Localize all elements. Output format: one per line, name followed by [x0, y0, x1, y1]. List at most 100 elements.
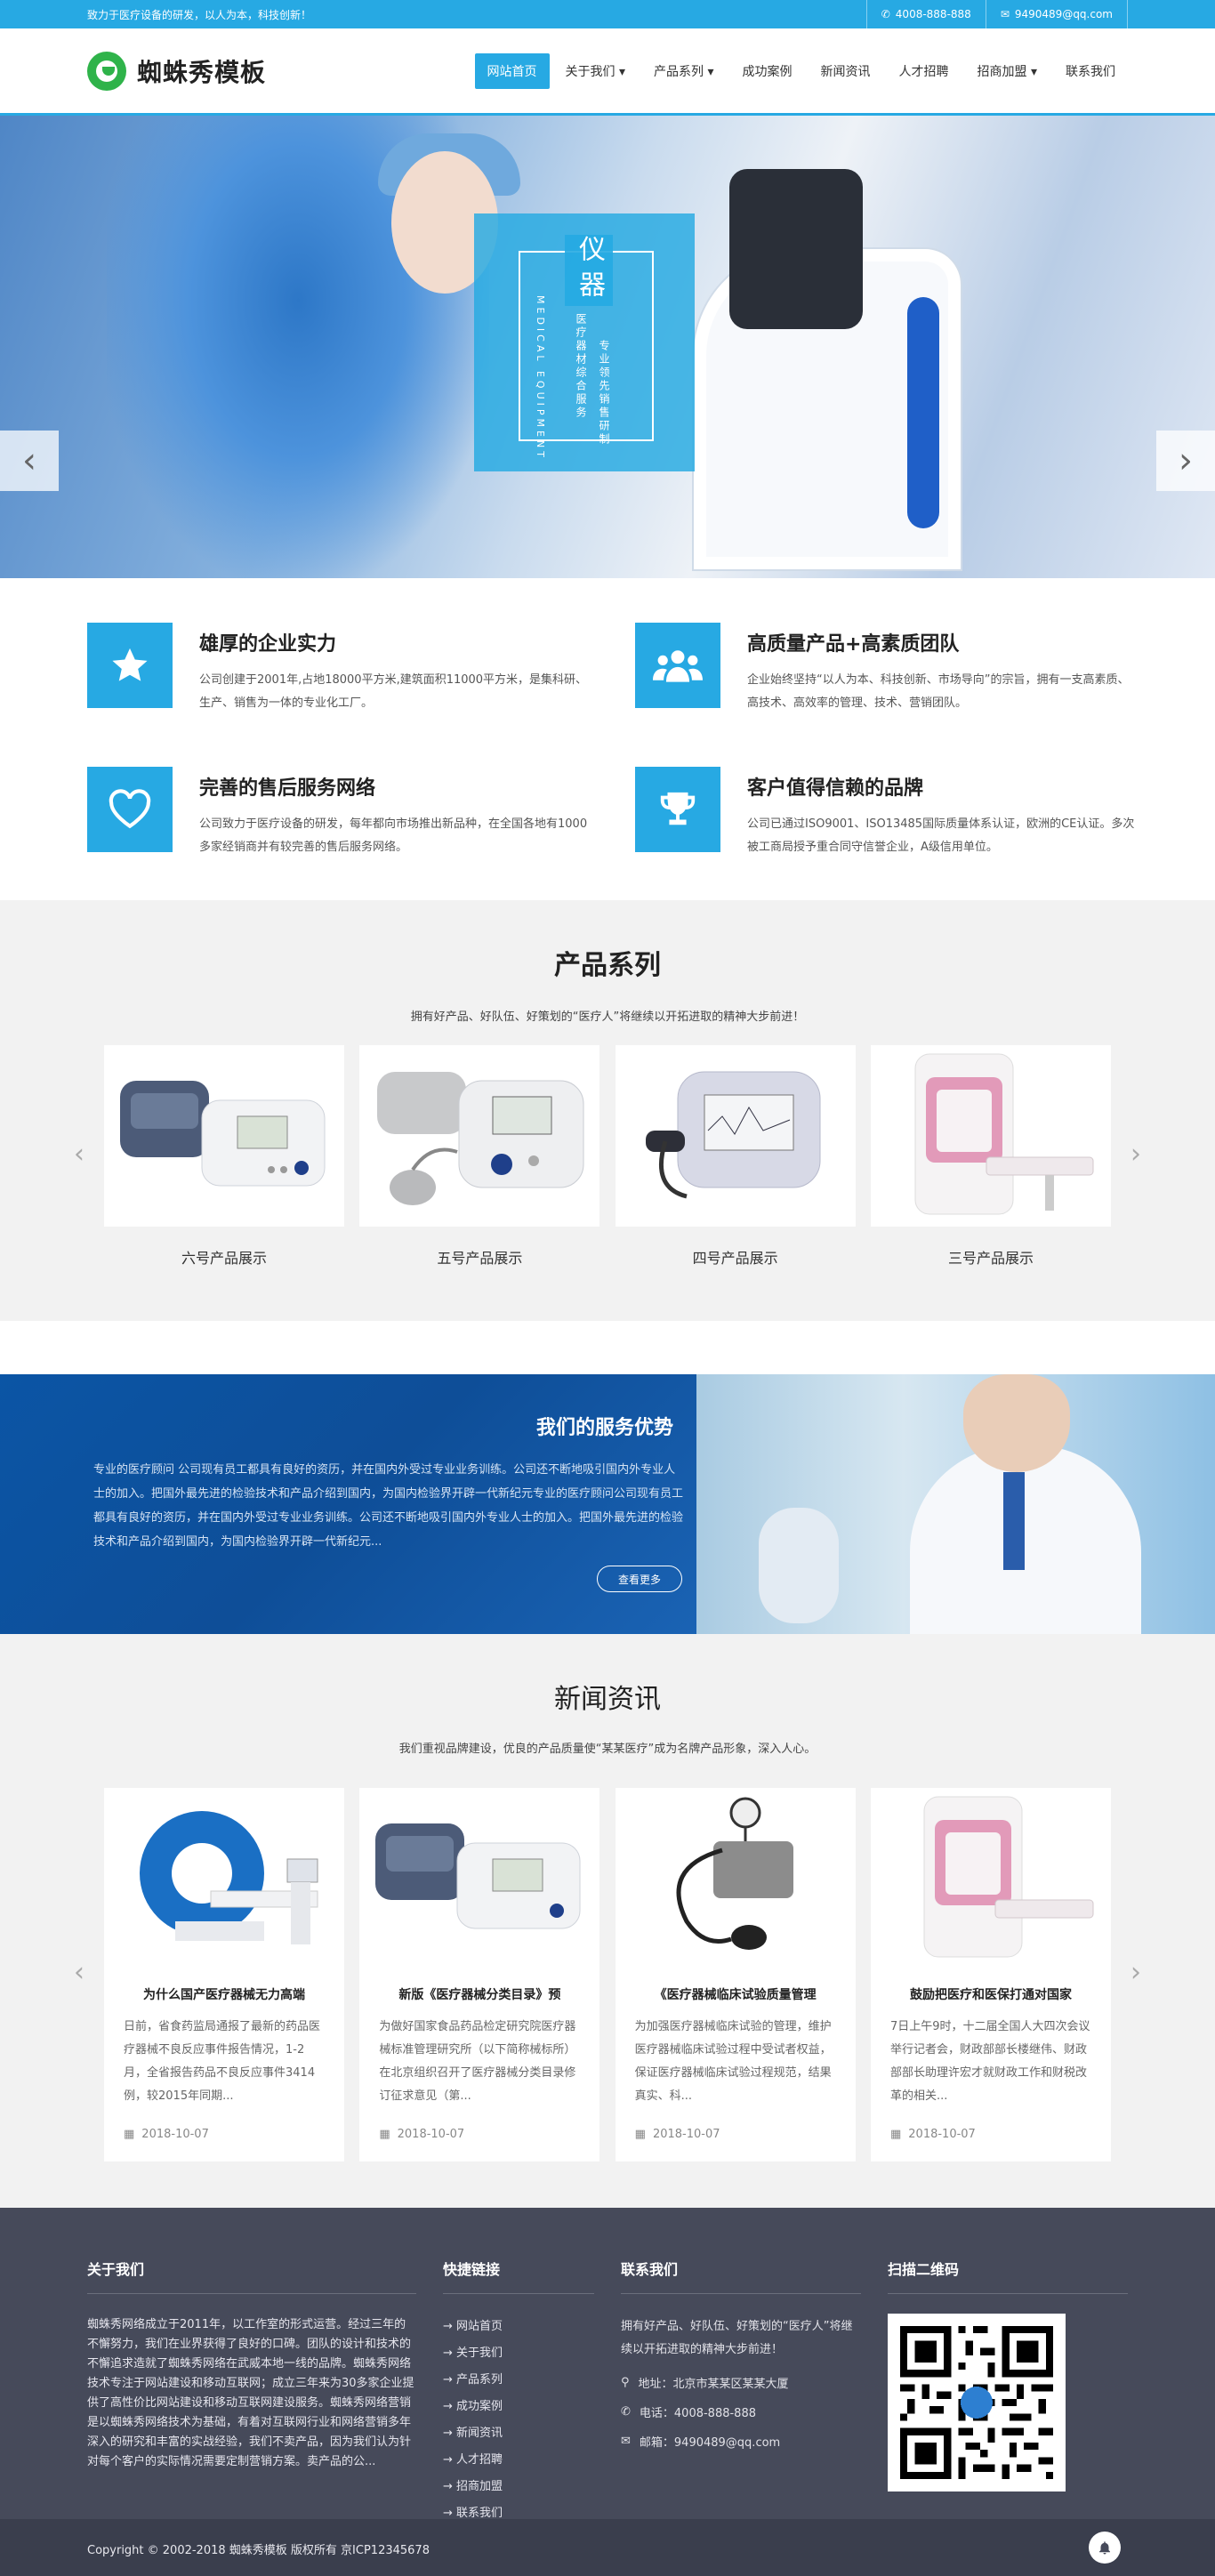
product-name: 六号产品展示 [181, 1250, 267, 1267]
logo-icon [87, 51, 126, 91]
top-phone[interactable]: ✆ 4008-888-888 [865, 0, 986, 28]
logo[interactable]: 蜘蛛秀模板 [87, 51, 267, 91]
mail-icon: ✉ [1000, 8, 1010, 20]
footer-tel: ✆ 电话：4008-888-888 [621, 2403, 861, 2420]
news-card[interactable]: 为什么国产医疗器械无力高端 日前，省食药监局通报了最新的药品医疗器械不良反应事件… [104, 1788, 344, 2161]
news-card-title[interactable]: 新版《医疗器械分类目录》预 [370, 1985, 589, 2003]
footer-link-about[interactable]: → 关于我们 [443, 2340, 594, 2367]
footer-link-home[interactable]: → 网站首页 [443, 2314, 594, 2340]
phone-icon: ✆ [881, 8, 890, 20]
service-section: 我们的服务优势 专业的医疗顾问 公司现有员工都具有良好的资历，并在国内外受过专业… [0, 1374, 1215, 1634]
news-image [359, 1788, 599, 1969]
header: 蜘蛛秀模板 网站首页 关于我们 ▾ 产品系列 ▾ 成功案例 新闻资讯 人才招聘 … [0, 28, 1215, 116]
nav-home[interactable]: 网站首页 [474, 52, 550, 89]
feature-desc: 公司致力于医疗设备的研发，每年都向市场推出新品种，在全国各地有1000多家经销商… [199, 817, 588, 854]
news-next-arrow[interactable]: › [1131, 1957, 1141, 1988]
copyright-text: Copyright © 2002-2018 蜘蛛秀模板 版权所有 京ICP123… [87, 2544, 430, 2557]
news-card[interactable]: 新版《医疗器械分类目录》预 为做好国家食品药品检定研究院医疗器械标准管理研究所（… [359, 1788, 600, 2161]
bell-icon [1099, 2541, 1110, 2555]
main-nav: 网站首页 关于我们 ▾ 产品系列 ▾ 成功案例 新闻资讯 人才招聘 招商加盟 ▾… [474, 52, 1128, 89]
news-date: ▦ 2018-10-07 [104, 2128, 344, 2141]
news-date: ▦ 2018-10-07 [359, 2128, 599, 2141]
calendar-icon: ▦ [634, 2128, 646, 2141]
nav-contact[interactable]: 联系我们 [1053, 53, 1128, 89]
product-image [104, 1045, 344, 1227]
news-card-desc: 为加强医疗器械临床试验的管理，维护医疗器械临床试验过程中受试者权益，保证医疗器械… [634, 2020, 832, 2103]
nav-about[interactable]: 关于我们 ▾ [553, 53, 638, 89]
back-to-top-button[interactable] [1089, 2532, 1121, 2564]
product-name: 四号产品展示 [692, 1250, 778, 1267]
nav-products[interactable]: 产品系列 ▾ [641, 53, 726, 89]
product-name: 三号产品展示 [947, 1250, 1034, 1267]
products-next-arrow[interactable]: › [1131, 1139, 1141, 1170]
footer-address-text: 地址：北京市某某区某某大厦 [638, 2378, 789, 2391]
news-card-title[interactable]: 《医疗器械临床试验质量管理 [626, 1985, 845, 2003]
nav-jobs[interactable]: 人才招聘 [887, 53, 962, 89]
nav-cases[interactable]: 成功案例 [730, 53, 805, 89]
footer-about-text: 蜘蛛秀网络成立于2011年，以工作室的形式运营。经过三年的不懈努力，我们在业界获… [87, 2318, 414, 2468]
doctor-glove [759, 1508, 839, 1623]
product-image [870, 1045, 1111, 1227]
news-card-title[interactable]: 为什么国产医疗器械无力高端 [115, 1985, 334, 2003]
footer-link-franchise[interactable]: → 招商加盟 [443, 2474, 594, 2500]
news-date-text: 2018-10-07 [652, 2128, 720, 2141]
footer-link-cases[interactable]: → 成功案例 [443, 2394, 594, 2420]
news-card-desc: 日前，省食药监局通报了最新的药品医疗器械不良反应事件报告情况，1-2月，全省报告… [124, 2020, 321, 2103]
features-section: 雄厚的企业实力 公司创建于2001年,占地18000平方米,建筑面积11000平方… [0, 578, 1215, 895]
footer-about: 关于我们 蜘蛛秀网络成立于2011年，以工作室的形式运营。经过三年的不懈努力，我… [87, 2258, 416, 2472]
doctor-coat [910, 1445, 1141, 1634]
doctor-tie [1003, 1472, 1025, 1570]
news-date-text: 2018-10-07 [908, 2128, 976, 2141]
nav-news[interactable]: 新闻资讯 [809, 53, 883, 89]
product-card[interactable]: 四号产品展示 [615, 1045, 856, 1268]
product-card[interactable]: 六号产品展示 [104, 1045, 344, 1268]
footer-link-products[interactable]: → 产品系列 [443, 2367, 594, 2394]
footer-qr-title: 扫描二维码 [888, 2258, 1128, 2294]
product-card[interactable]: 五号产品展示 [359, 1045, 600, 1268]
service-text-panel: 我们的服务优势 专业的医疗顾问 公司现有员工都具有良好的资历，并在国内外受过专业… [0, 1374, 696, 1634]
feature-item: 雄厚的企业实力 公司创建于2001年,占地18000平方米,建筑面积11000平方… [87, 623, 591, 715]
footer-contact-title: 联系我们 [621, 2258, 861, 2294]
trophy-icon [635, 767, 720, 852]
news-date: ▦ 2018-10-07 [616, 2128, 856, 2141]
news-image [104, 1788, 344, 1969]
service-doctor-image [696, 1374, 1215, 1634]
calendar-icon: ▦ [379, 2128, 390, 2141]
footer-links: 快捷链接 → 网站首页 → 关于我们 → 产品系列 → 成功案例 → 新闻资讯 … [443, 2258, 594, 2527]
news-date: ▦ 2018-10-07 [871, 2128, 1111, 2141]
footer-about-title: 关于我们 [87, 2258, 416, 2294]
footer-address: ⚲ 地址：北京市某某区某某大厦 [621, 2374, 861, 2391]
product-image [615, 1045, 856, 1227]
service-more-button[interactable]: 查看更多 [597, 1566, 682, 1592]
feature-title: 客户值得信赖的品牌 [747, 777, 924, 800]
calendar-icon: ▦ [889, 2128, 902, 2141]
footer-link-jobs[interactable]: → 人才招聘 [443, 2447, 594, 2474]
news-card-title[interactable]: 鼓励把医疗和医保打通对国家 [881, 1985, 1100, 2003]
logo-text: 蜘蛛秀模板 [137, 57, 267, 87]
team-icon [635, 623, 720, 708]
news-carousel: ‹ 为什么国产医疗器械无力高端 日前，省食药监局通报了最新的药品医疗器械不良反应… [74, 1788, 1141, 2161]
product-image [359, 1045, 600, 1227]
star-icon [87, 623, 173, 708]
news-prev-arrow[interactable]: ‹ [74, 1957, 84, 1988]
hero-banner: 仪器 MEDICAL EQUIPMENT 医疗器材综合服务 专业领先销售研制 ‹… [0, 116, 1215, 578]
nav-franchise[interactable]: 招商加盟 ▾ [965, 53, 1050, 89]
news-image [871, 1788, 1111, 1969]
products-title: 产品系列 [554, 950, 661, 981]
banner-prev-arrow[interactable]: ‹ [0, 431, 59, 491]
banner-big-text: 仪器 [565, 235, 613, 306]
slogan: 致力于医疗设备的研发，以人为本，科技创新！ [87, 8, 312, 21]
qr-code-image [888, 2314, 1066, 2491]
products-prev-arrow[interactable]: ‹ [74, 1139, 84, 1170]
footer-link-news[interactable]: → 新闻资讯 [443, 2420, 594, 2447]
banner-microscope-head [729, 169, 863, 329]
news-card[interactable]: 鼓励把医疗和医保打通对国家 7日上午9时，十二届全国人大四次会议举行记者会，财政… [870, 1788, 1111, 2161]
products-section: 产品系列 拥有好产品、好队伍、好策划的“医疗人”将继续以开拓进取的精神大步前进！… [0, 900, 1215, 1321]
feature-item: 高质量产品+高素质团队 企业始终坚持“以人为本、科技创新、市场导向”的宗旨，拥有一… [635, 623, 1139, 715]
top-email[interactable]: ✉ 9490489@qq.com [985, 0, 1128, 28]
news-card[interactable]: 《医疗器械临床试验质量管理 为加强医疗器械临床试验的管理，维护医疗器械临床试验过… [615, 1788, 856, 2161]
phone-icon: ✆ [621, 2405, 631, 2419]
footer-links-title: 快捷链接 [443, 2258, 594, 2294]
banner-next-arrow[interactable]: › [1156, 431, 1215, 491]
product-card[interactable]: 三号产品展示 [870, 1045, 1111, 1268]
